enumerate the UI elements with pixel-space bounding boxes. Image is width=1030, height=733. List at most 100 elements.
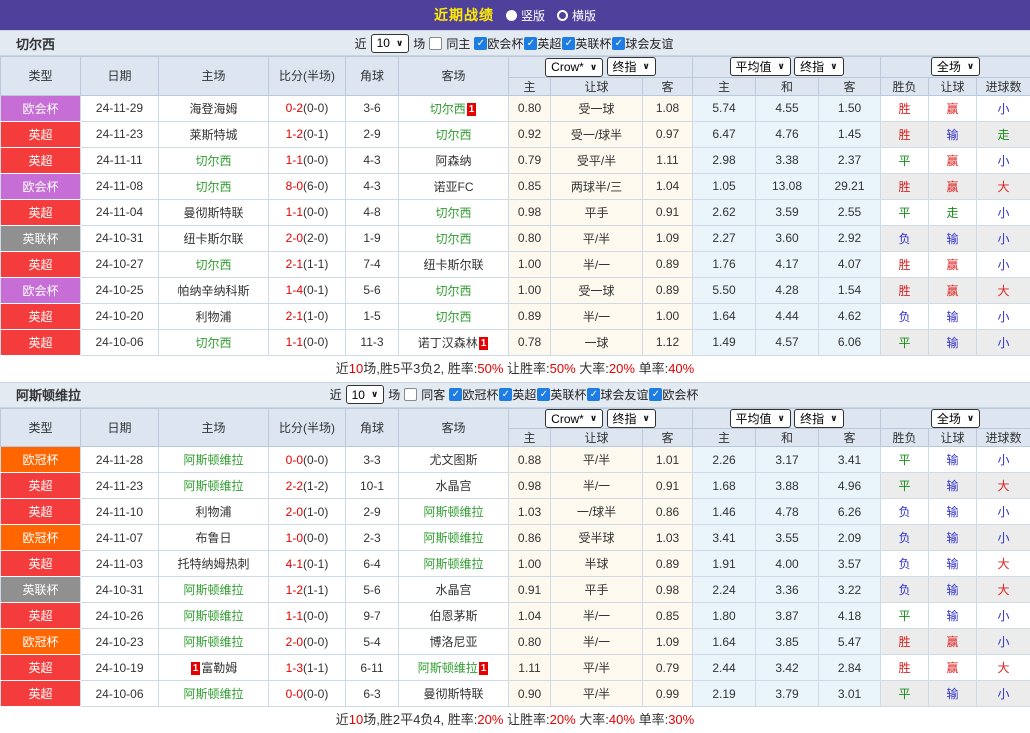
avg-away-odds: 4.62 [817,302,882,330]
odds-time-select[interactable]: 终指 ∨ [606,57,656,76]
average-select[interactable]: 平均值 ∨ [729,57,791,77]
match-count-value: 10 [351,387,365,402]
avg-home-odds: 1.64 [692,302,756,330]
match-score: 2-0(2-0) [268,224,346,252]
league-checkbox[interactable]: ✓ [537,388,551,401]
match-score: 1-1(0-0) [268,602,346,629]
match-row: 英超 24-11-10 利物浦 2-0(1-0) 2-9 阿斯顿维拉 1.03 一/球半 0.8… [0,498,1030,525]
sub-header-goals: 进球数 [976,428,1030,447]
corner-score: 5-6 [345,276,399,304]
avg-home-odds: 2.98 [692,146,756,174]
away-team: 诺亚FC [398,172,509,200]
league-checkbox[interactable]: ✓ [587,388,601,401]
match-score: 0-0(0-0) [268,680,346,707]
league-filter-item: ✓ 球会友谊 [612,35,673,52]
handicap-home-odds: 0.98 [508,198,551,226]
layout-radio-vertical[interactable]: 竖版 [505,7,545,24]
league-type-badge: 英超 [0,120,81,148]
handicap-line: 受一/球半 [550,120,643,148]
handicap-line: 受一球 [550,276,643,304]
sub-header-goals: 进球数 [976,76,1030,96]
avg-time-select[interactable]: 终指 ∨ [794,408,844,428]
league-checkbox[interactable]: ✓ [449,388,463,401]
away-team: 博洛尼亚 [398,628,509,655]
league-checkbox[interactable]: ✓ [612,36,626,50]
away-team: 水晶宫 [398,472,509,499]
fulltime-score: 2-0 [285,504,303,519]
handicap-home-odds: 0.90 [508,680,551,707]
match-count-select[interactable]: 10 ∨ [345,385,385,404]
league-checkbox[interactable]: ✓ [524,36,538,50]
fulltime-result: 胜 [880,120,930,148]
match-date: 24-10-25 [80,276,159,304]
corner-score: 7-4 [345,250,399,278]
home-team: 利物浦 [158,302,269,330]
goals-result: 小 [976,602,1030,629]
home-team: 阿斯顿维拉 [158,446,269,473]
odds-time-select[interactable]: 终指 ∨ [606,408,656,428]
same-venue-checkbox[interactable] [404,388,418,401]
team-name: 阿斯顿维拉 [16,388,82,403]
team-name-text: 阿斯顿维拉 [423,531,484,545]
sub-header-avg-away: 客 [817,428,882,447]
handicap-home-odds: 1.00 [508,276,551,304]
chevron-down-icon: ∨ [830,412,838,423]
home-team: 1 富勒姆 [158,654,269,681]
goals-result: 小 [976,146,1030,174]
match-date: 24-10-31 [80,224,159,252]
league-checkbox[interactable]: ✓ [474,36,488,50]
scope-select[interactable]: 全场 ∨ [930,408,981,428]
match-score: 1-4(0-1) [268,276,346,304]
league-checkbox[interactable]: ✓ [499,388,513,401]
handicap-result: 赢 [928,172,978,200]
team-name-text: 诺丁汉森林 [417,335,478,350]
handicap-result: 输 [928,472,978,499]
halftime-score: (1-1) [303,257,329,271]
league-checkbox-label: 英联杯 [550,388,587,402]
league-checkbox[interactable]: ✓ [562,36,576,50]
goals-result: 小 [976,198,1030,226]
fulltime-result: 负 [880,550,930,577]
away-team: 阿森纳 [398,146,509,174]
sub-header-handicap-line: 让球 [550,428,643,447]
home-team: 切尔西 [158,250,269,278]
away-team: 切尔西 1 [398,94,509,122]
fulltime-score: 1-3 [285,660,303,675]
match-row: 英超 24-11-23 莱斯特城 1-2(0-1) 2-9 切尔西 0.92 受一/球半 0.9… [0,120,1030,148]
corner-score: 5-6 [345,576,399,603]
avg-draw-odds: 3.60 [755,224,819,252]
col-header-away: 客场 [398,407,509,447]
avg-away-odds: 3.22 [817,576,882,603]
handicap-away-odds: 0.89 [642,276,693,304]
goals-result: 小 [976,328,1030,356]
bookmaker-select[interactable]: Crow* ∨ [545,57,604,77]
same-venue-checkbox[interactable] [429,36,443,50]
sub-header-handicap-home: 主 [508,428,551,447]
radio-label: 竖版 [520,8,545,23]
match-count-select[interactable]: 10 ∨ [370,33,410,53]
goals-result: 大 [976,654,1030,681]
team-name-text: 阿斯顿维拉 [183,687,244,701]
chevron-down-icon: ∨ [589,61,598,72]
fulltime-score: 1-0 [285,530,303,545]
bookmaker-select[interactable]: Crow* ∨ [545,409,604,428]
handicap-away-odds: 1.04 [642,172,693,200]
handicap-line: 平手 [550,198,643,226]
league-checkbox[interactable]: ✓ [649,388,663,401]
team-name-text: 阿斯顿维拉 [417,661,478,675]
layout-radio-horizontal[interactable]: 横版 [557,7,596,24]
corner-score: 3-3 [345,446,399,473]
avg-draw-odds: 3.38 [755,146,819,174]
match-score: 4-1(0-1) [268,550,346,577]
match-date: 24-10-23 [80,628,159,655]
handicap-home-odds: 0.98 [508,472,551,499]
match-date: 24-11-07 [80,524,159,551]
avg-draw-odds: 3.87 [755,602,819,629]
match-date: 24-10-06 [80,680,159,707]
average-select[interactable]: 平均值 ∨ [729,408,791,428]
scope-select[interactable]: 全场 ∨ [930,57,981,77]
avg-time-select[interactable]: 终指 ∨ [794,57,844,77]
halftime-score: (0-1) [303,127,329,141]
league-filter-item: ✓ 英超 [524,35,561,52]
league-filter-item: ✓ 球会友谊 [587,386,648,403]
